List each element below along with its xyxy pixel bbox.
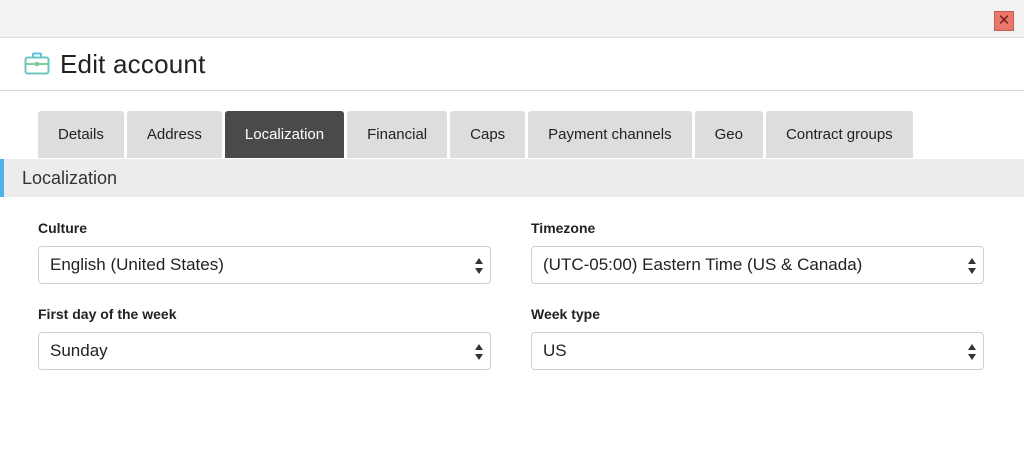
week-type-select[interactable]: US: [531, 332, 984, 370]
select-arrows-icon: [968, 258, 976, 274]
page-title: Edit account: [60, 49, 206, 79]
first-day-value: Sunday: [50, 341, 108, 360]
tab-bar: Details Address Localization Financial C…: [38, 111, 913, 158]
tab-localization[interactable]: Localization: [224, 111, 345, 158]
tab-payment-channels[interactable]: Payment channels: [528, 111, 692, 158]
select-arrows-icon: [475, 258, 483, 274]
tab-geo[interactable]: Geo: [694, 111, 763, 158]
window-titlebar: ✕: [0, 0, 1024, 38]
select-arrows-icon: [475, 344, 483, 360]
tab-caps[interactable]: Caps: [450, 111, 526, 158]
tab-address[interactable]: Address: [126, 111, 222, 158]
timezone-value: (UTC-05:00) Eastern Time (US & Canada): [543, 255, 863, 274]
localization-form: Culture English (United States) Timezone…: [0, 197, 1024, 466]
section-header: Localization: [0, 159, 1024, 197]
close-button[interactable]: ✕: [994, 11, 1014, 31]
tab-financial[interactable]: Financial: [347, 111, 448, 158]
culture-label: Culture: [38, 220, 87, 236]
timezone-label: Timezone: [531, 220, 596, 236]
close-icon: ✕: [997, 12, 1011, 29]
week-type-value: US: [543, 341, 567, 360]
culture-value: English (United States): [50, 255, 224, 274]
tabs-area: Details Address Localization Financial C…: [0, 91, 1024, 159]
week-type-label: Week type: [531, 306, 600, 322]
briefcase-icon: [24, 52, 50, 75]
timezone-select[interactable]: (UTC-05:00) Eastern Time (US & Canada): [531, 246, 984, 284]
tab-details[interactable]: Details: [38, 111, 124, 158]
section-title: Localization: [22, 168, 118, 188]
select-arrows-icon: [968, 344, 976, 360]
tab-contract-groups[interactable]: Contract groups: [765, 111, 913, 158]
dialog-header: Edit account: [0, 38, 1024, 91]
first-day-select[interactable]: Sunday: [38, 332, 491, 370]
culture-select[interactable]: English (United States): [38, 246, 491, 284]
first-day-label: First day of the week: [38, 306, 177, 322]
